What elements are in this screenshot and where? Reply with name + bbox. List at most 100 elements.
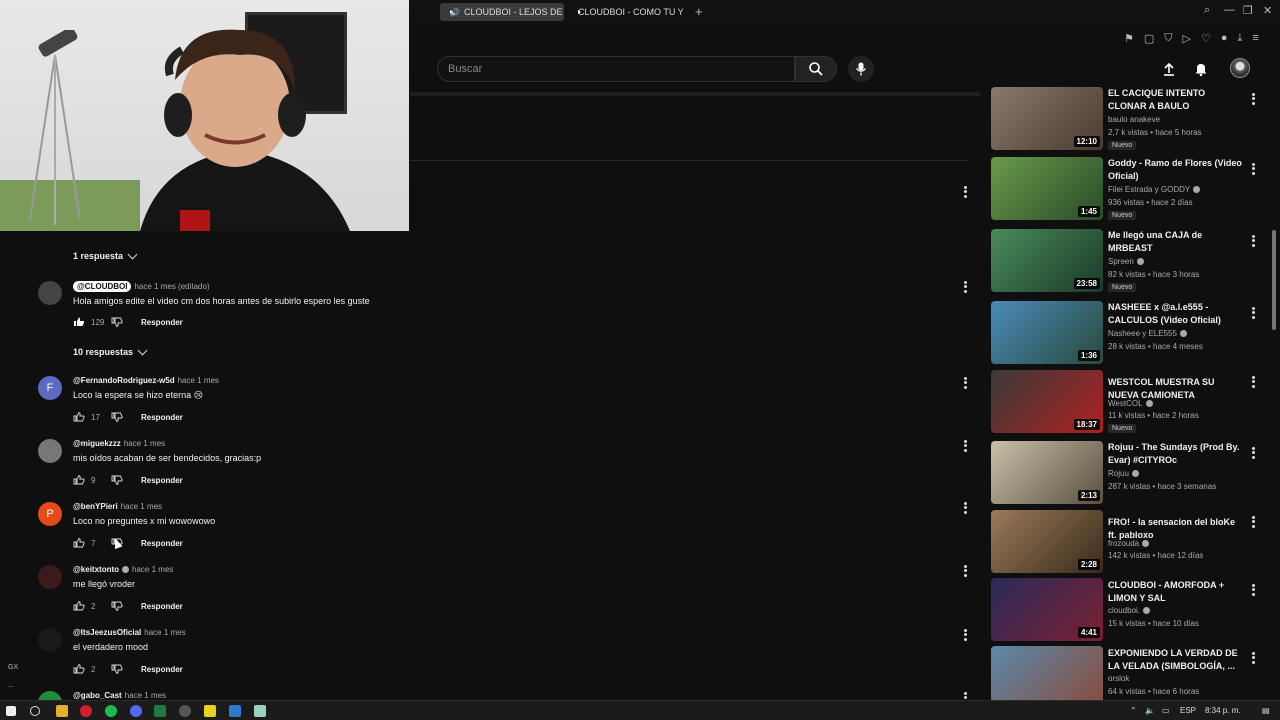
gx-label[interactable]: GX bbox=[8, 664, 18, 671]
video-title[interactable]: Goddy - Ramo de Flores (Video Oficial) bbox=[1108, 157, 1246, 183]
reply-button[interactable]: Responder bbox=[141, 539, 183, 548]
video-thumbnail[interactable] bbox=[991, 646, 1103, 700]
video-thumbnail[interactable]: 1:45 bbox=[991, 157, 1103, 220]
search-button[interactable] bbox=[795, 56, 837, 82]
comment-menu-icon[interactable] bbox=[964, 500, 968, 515]
recommended-video[interactable]: 4:41 CLOUDBOI - AMORFODA + LIMON Y SAL c… bbox=[991, 578, 1271, 642]
video-menu-icon[interactable] bbox=[1252, 305, 1255, 320]
video-thumbnail[interactable]: 4:41 bbox=[991, 578, 1103, 641]
recommended-video[interactable]: 23:58 Me llegó una CAJA de MRBEAST Spree… bbox=[991, 229, 1271, 293]
comment-author[interactable]: @gabo_Cast bbox=[73, 691, 122, 700]
account-avatar[interactable] bbox=[1230, 58, 1250, 78]
sidebar-scrollbar[interactable] bbox=[1272, 230, 1276, 330]
menu-icon[interactable]: ≡ bbox=[1252, 32, 1258, 44]
avatar[interactable] bbox=[38, 439, 62, 463]
file-explorer-icon[interactable] bbox=[56, 705, 68, 717]
comment-menu-icon[interactable] bbox=[964, 279, 968, 294]
video-title[interactable]: EXPONIENDO LA VERDAD DE LA VELADA (SIMBO… bbox=[1108, 647, 1246, 673]
new-tab-button[interactable]: + bbox=[695, 4, 703, 19]
tab-cloudboi-como[interactable]: CLOUDBOI - COMO TU Y bbox=[568, 3, 688, 21]
comment-author[interactable]: @FernandoRodriguez-w5d bbox=[73, 376, 175, 385]
video-menu-icon[interactable] bbox=[1252, 514, 1255, 529]
comment-menu-icon[interactable] bbox=[964, 438, 968, 453]
reply-button[interactable]: Responder bbox=[141, 665, 183, 674]
video-channel[interactable]: baulo anakeve bbox=[1108, 115, 1160, 124]
download-icon[interactable]: ⤓ bbox=[1238, 32, 1243, 45]
replies-toggle-1[interactable]: 1 respuesta bbox=[73, 249, 138, 261]
notes-icon[interactable] bbox=[204, 705, 216, 717]
heart-icon[interactable]: ♡ bbox=[1201, 32, 1211, 45]
author-badge[interactable]: @CLOUDBOI bbox=[73, 281, 132, 292]
video-menu-icon[interactable] bbox=[1252, 582, 1255, 597]
notifications-button[interactable] bbox=[1192, 60, 1210, 78]
voice-search-button[interactable] bbox=[848, 56, 874, 82]
close-icon[interactable]: ✕ bbox=[1263, 4, 1272, 17]
obs-icon[interactable] bbox=[179, 705, 191, 717]
spotify-icon[interactable] bbox=[105, 705, 117, 717]
play-icon[interactable]: ▷ bbox=[1183, 32, 1191, 45]
video-thumbnail[interactable]: 18:37 bbox=[991, 370, 1103, 433]
reply-button[interactable]: Responder bbox=[141, 413, 183, 422]
clock[interactable]: 8:34 p. m. bbox=[1205, 706, 1241, 715]
speaker-icon[interactable]: 🔈 bbox=[1145, 706, 1155, 715]
minimize-icon[interactable]: — bbox=[1224, 4, 1235, 16]
comment-menu-icon[interactable] bbox=[964, 627, 968, 642]
maximize-icon[interactable]: ❐ bbox=[1243, 4, 1253, 17]
language-indicator[interactable]: ESP bbox=[1180, 706, 1196, 715]
excel-icon[interactable] bbox=[154, 705, 166, 717]
like-icon[interactable] bbox=[73, 475, 85, 485]
windows-start-icon[interactable] bbox=[6, 706, 16, 716]
comment-menu-icon[interactable] bbox=[964, 563, 968, 578]
discord-icon[interactable] bbox=[130, 705, 142, 717]
tray-chevron-icon[interactable]: ⌃ bbox=[1130, 706, 1137, 715]
dislike-icon[interactable] bbox=[111, 601, 123, 611]
video-channel[interactable]: orslok bbox=[1108, 674, 1129, 683]
video-menu-icon[interactable] bbox=[1252, 161, 1255, 176]
video-thumbnail[interactable]: 2:28 bbox=[991, 510, 1103, 573]
more-icon[interactable]: ... bbox=[8, 682, 14, 689]
like-icon[interactable] bbox=[73, 664, 85, 674]
like-icon[interactable] bbox=[73, 412, 85, 422]
video-menu-icon[interactable] bbox=[1252, 91, 1255, 106]
opera-gx-icon[interactable] bbox=[80, 705, 92, 717]
search-icon[interactable] bbox=[30, 706, 40, 716]
like-icon[interactable] bbox=[73, 317, 85, 327]
avatar[interactable]: P bbox=[38, 502, 62, 526]
reply-button[interactable]: Responder bbox=[141, 318, 183, 327]
dislike-icon[interactable] bbox=[111, 412, 123, 422]
video-channel[interactable]: WestCOL bbox=[1108, 399, 1153, 408]
recommended-video[interactable]: 18:37 WESTCOL MUESTRA SU NUEVA CAMIONETA… bbox=[991, 370, 1271, 434]
avatar[interactable] bbox=[38, 565, 62, 589]
avatar[interactable] bbox=[38, 628, 62, 652]
video-thumbnail[interactable]: 12:10 bbox=[991, 87, 1103, 150]
video-menu-icon[interactable] bbox=[1252, 374, 1255, 389]
upload-button[interactable] bbox=[1160, 60, 1178, 78]
video-menu-icon[interactable] bbox=[1252, 233, 1255, 248]
comment-author[interactable]: @miguekzzz bbox=[73, 439, 121, 448]
screenshot-icon[interactable]: ▢ bbox=[1144, 32, 1154, 45]
network-icon[interactable]: ▭ bbox=[1162, 706, 1170, 715]
profile-icon[interactable]: ● bbox=[1221, 32, 1228, 44]
video-thumbnail[interactable]: 23:58 bbox=[991, 229, 1103, 292]
notifications-icon[interactable]: ▤ bbox=[1262, 706, 1270, 715]
dislike-icon[interactable] bbox=[111, 317, 123, 327]
recommended-video[interactable]: 1:36 NASHEEE x @a.l.e555 - CALCULOS (Vid… bbox=[991, 301, 1271, 365]
video-channel[interactable]: Spreen bbox=[1108, 257, 1144, 266]
comment-author[interactable]: @keitxtonto bbox=[73, 565, 119, 574]
avatar[interactable] bbox=[38, 281, 62, 305]
comment-menu-icon[interactable] bbox=[964, 184, 968, 199]
video-channel[interactable]: Rojuu bbox=[1108, 469, 1139, 478]
search-input[interactable]: Buscar bbox=[437, 56, 795, 82]
reply-button[interactable]: Responder bbox=[141, 476, 183, 485]
recommended-video[interactable]: 2:13 Rojuu - The Sundays (Prod By. Evar)… bbox=[991, 441, 1271, 505]
video-title[interactable]: CLOUDBOI - AMORFODA + LIMON Y SAL bbox=[1108, 579, 1246, 605]
app-icon[interactable] bbox=[229, 705, 241, 717]
video-channel[interactable]: cloudboi. bbox=[1108, 606, 1151, 615]
recommended-video[interactable]: EXPONIENDO LA VERDAD DE LA VELADA (SIMBO… bbox=[991, 646, 1271, 700]
video-channel[interactable]: Filei Estrada y GODDY bbox=[1108, 185, 1201, 194]
replies-toggle-2[interactable]: 10 respuestas bbox=[73, 345, 148, 357]
video-thumbnail[interactable]: 1:36 bbox=[991, 301, 1103, 364]
video-thumbnail[interactable]: 2:13 bbox=[991, 441, 1103, 504]
comment-author[interactable]: @ItsJeezusOficial bbox=[73, 628, 141, 637]
video-title[interactable]: EL CACIQUE INTENTO CLONAR A BAULO bbox=[1108, 87, 1246, 113]
